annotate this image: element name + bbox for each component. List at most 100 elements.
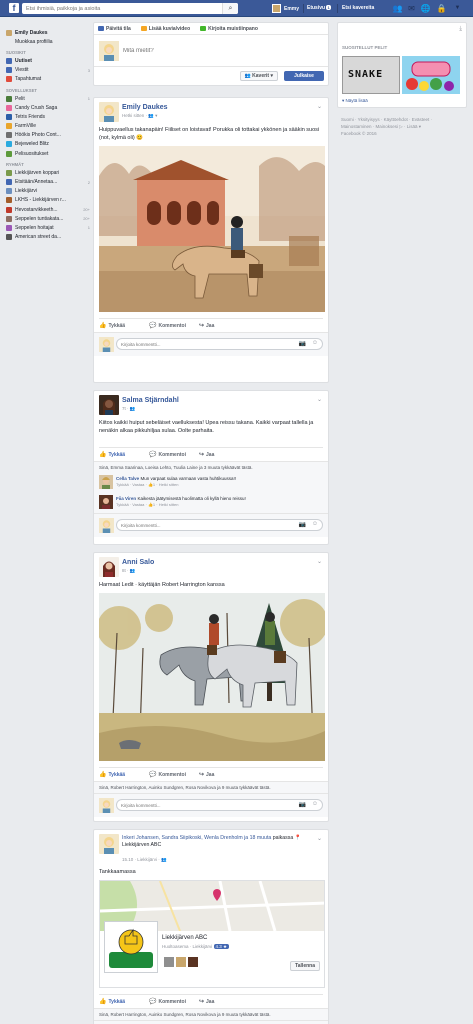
avatar[interactable] xyxy=(99,557,119,577)
sidebar-item[interactable]: Pelisuositukset xyxy=(6,149,90,158)
tab-photo-video[interactable]: Lisää kuvia/video xyxy=(140,26,190,32)
emoji-icon[interactable]: ☺ xyxy=(312,340,318,346)
sidebar-item[interactable]: Seppelen hoitajat 1 xyxy=(6,223,90,232)
avatar[interactable] xyxy=(176,957,186,967)
facebook-logo-icon[interactable]: f xyxy=(9,3,19,13)
game-candy[interactable] xyxy=(402,56,460,94)
sidebar-item[interactable]: Höökis Photo Cont... xyxy=(6,131,90,140)
comment-button[interactable]: 💬 Kommentoi xyxy=(149,451,199,459)
audience-selector[interactable]: 👥 Kaverit ▾ xyxy=(239,71,278,81)
likes-summary[interactable]: Sinä, Emma Saarinaa, Loeisa Lehto, Tuuli… xyxy=(94,461,328,473)
avatar[interactable] xyxy=(99,475,113,489)
sidebar-item[interactable]: Viestit 3 xyxy=(6,66,90,75)
comment-button[interactable]: 💬 Kommentoi xyxy=(149,998,199,1006)
chevron-down-icon[interactable]: ⌄ xyxy=(317,103,322,110)
post-author[interactable]: Emily Daukes xyxy=(122,104,168,111)
sidebar-item[interactable]: Etsitään/Annetaa... 2 xyxy=(6,177,90,186)
place-card[interactable]: Liekkijärven ABC Huoltoasema · Liekkijär… xyxy=(99,880,325,988)
share-button[interactable]: ↪ Jaa xyxy=(199,451,249,459)
post-author[interactable]: Salma Stjärndahl xyxy=(122,397,179,404)
sidebar-item[interactable]: Hevostarvikkeeth... 20+ xyxy=(6,205,90,214)
share-button[interactable]: ↪ Jaa xyxy=(199,998,249,1006)
sidebar-item[interactable]: Pelit 1 xyxy=(6,94,90,103)
privacy-lock-icon[interactable]: 🔒 xyxy=(436,3,447,14)
likes-summary[interactable]: Sinä, Robert Harrington, Auinko Sundgren… xyxy=(94,1008,328,1020)
post-actions: 👍 Tykkää 💬 Kommentoi ↪ Jaa xyxy=(99,318,323,332)
chevron-down-icon[interactable]: ⌄ xyxy=(317,558,322,565)
avatar[interactable] xyxy=(99,495,113,509)
sidebar-item[interactable]: Tapahtumat xyxy=(6,75,90,84)
sidebar-item-profile[interactable]: Emily Daukes xyxy=(6,28,90,37)
post-meta[interactable]: Hetki sitten · 👥 ▾ xyxy=(122,113,157,119)
avatar[interactable] xyxy=(164,957,174,967)
place-name[interactable]: Liekkijärven ABC xyxy=(162,935,207,941)
comment-input[interactable] xyxy=(117,520,267,530)
sidebar-item[interactable]: Bejeweled Blitz xyxy=(6,140,90,149)
post-button[interactable]: Julkaise xyxy=(284,71,324,81)
avatar[interactable] xyxy=(99,395,119,415)
sidebar-item[interactable]: Liekkijärven koppari xyxy=(6,168,90,177)
top-user-profile[interactable]: Emmy xyxy=(272,3,299,14)
emoji-icon[interactable]: ☺ xyxy=(312,521,318,527)
post-meta[interactable]: 8t · 👥 xyxy=(122,568,135,574)
like-button[interactable]: 👍 Tykkää xyxy=(99,451,149,459)
messages-icon[interactable]: ✉ xyxy=(406,3,417,14)
chevron-down-icon[interactable]: ⌄ xyxy=(317,396,322,403)
post-author[interactable]: Inkeri Johansen, Sandra Siipikoski, Wenl… xyxy=(122,835,322,849)
comment-author[interactable]: Cella Talve xyxy=(116,476,139,481)
camera-icon[interactable]: 📷 xyxy=(299,340,306,347)
camera-icon[interactable]: 📷 xyxy=(299,801,306,808)
post-meta[interactable]: 15.10 · Liekkijärvi · 👥 xyxy=(122,857,167,863)
download-icon[interactable]: ⤓ xyxy=(459,26,462,33)
save-button[interactable]: Tallenna xyxy=(290,961,320,971)
notifications-icon[interactable]: 🌐 xyxy=(420,3,431,14)
find-friends-link[interactable]: Etsi kavereita xyxy=(342,3,374,14)
like-button[interactable]: 👍 Tykkää xyxy=(99,322,149,330)
comment-button[interactable]: 💬 Kommentoi xyxy=(149,771,199,779)
search-input[interactable] xyxy=(22,3,217,14)
comment-input[interactable] xyxy=(117,339,267,349)
post-author[interactable]: Anni Salo xyxy=(122,559,154,566)
emoji-icon[interactable]: ☺ xyxy=(312,801,318,807)
account-menu-icon[interactable]: ▼ xyxy=(452,3,463,14)
avatar[interactable] xyxy=(99,834,119,854)
chevron-down-icon[interactable]: ⌄ xyxy=(317,835,322,842)
sidebar-item[interactable]: American street da... xyxy=(6,233,90,242)
avatar[interactable] xyxy=(99,102,119,122)
sidebar-item[interactable]: Uutiset xyxy=(6,56,90,65)
sidebar-item[interactable]: Tetris Friends xyxy=(6,112,90,121)
post-image[interactable] xyxy=(99,593,325,761)
avatar[interactable] xyxy=(188,957,198,967)
sidebar-item[interactable]: LKHS - Liekkijärven r... xyxy=(6,196,90,205)
game-snake[interactable]: SNAKE xyxy=(342,56,400,94)
tab-status[interactable]: Päivitä tila xyxy=(98,26,131,32)
footer-links[interactable]: Suomi · Yksityisyys · Käyttöehdot · Eväs… xyxy=(341,116,463,130)
sidebar-item[interactable]: Seppelen tuntiakata... 20+ xyxy=(6,214,90,223)
sidebar-item[interactable]: Liekkijärvi xyxy=(6,187,90,196)
likes-summary[interactable]: Sinä, Robert Harrington, Auinko Sundgren… xyxy=(94,781,328,793)
show-more-link[interactable]: ▾ Näytä lisää xyxy=(342,98,368,104)
comment-author[interactable]: Fiia Viren xyxy=(116,496,136,501)
post-image[interactable] xyxy=(99,146,325,312)
sidebar-item[interactable]: Candy Crush Saga xyxy=(6,103,90,112)
share-button[interactable]: ↪ Jaa xyxy=(199,771,249,779)
comment-input[interactable] xyxy=(117,800,267,810)
sidebar-item-edit-profile[interactable]: Muokkaa profiilia xyxy=(6,37,90,46)
camera-icon[interactable]: 📷 xyxy=(299,521,306,528)
share-button[interactable]: ↪ Jaa xyxy=(199,322,249,330)
search-icon[interactable]: ⌕ xyxy=(222,3,238,14)
place-logo[interactable] xyxy=(104,921,158,973)
home-link[interactable]: Etusivu 1 xyxy=(307,3,331,14)
like-button[interactable]: 👍 Tykkää xyxy=(99,998,149,1006)
like-button[interactable]: 👍 Tykkää xyxy=(99,771,149,779)
friend-requests-icon[interactable]: 👥 xyxy=(392,3,403,14)
thumbs-up-icon: 👍 xyxy=(99,323,107,329)
post-meta[interactable]: 7t · 👥 xyxy=(122,406,135,412)
app-icon xyxy=(6,179,12,186)
tab-note[interactable]: Kirjoita muistiinpano xyxy=(200,26,258,32)
comment-meta[interactable]: Tykkää · Vastaa · 👍1 · Hetki sitten xyxy=(116,502,178,507)
comment-meta[interactable]: Tykkää · Vastaa · 👍1 · Hetki sitten xyxy=(116,482,178,487)
sidebar-item[interactable]: FarmVille xyxy=(6,122,90,131)
comment-button[interactable]: 💬 Kommentoi xyxy=(149,322,199,330)
composer-input[interactable] xyxy=(123,48,303,54)
